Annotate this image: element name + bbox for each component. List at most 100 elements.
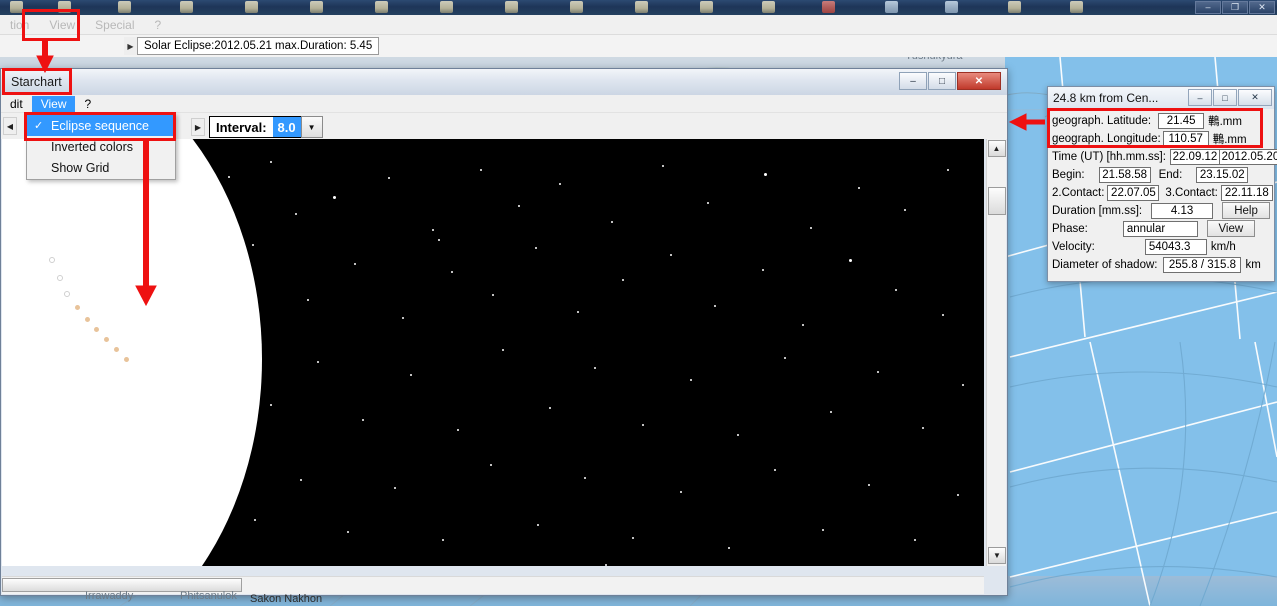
date-field[interactable]: 2012.05.20 bbox=[1219, 148, 1277, 165]
eclipse-sequence-dot bbox=[75, 305, 80, 310]
minimize-icon[interactable]: – bbox=[899, 72, 927, 90]
star bbox=[72, 249, 75, 252]
horizontal-scrollbar[interactable] bbox=[2, 576, 984, 594]
latitude-field[interactable]: 21.45 bbox=[1158, 112, 1205, 129]
contact3-field[interactable]: 22.11.18 bbox=[1220, 184, 1273, 201]
star bbox=[228, 176, 230, 178]
close-icon[interactable]: ✕ bbox=[1238, 89, 1272, 106]
star bbox=[577, 311, 579, 313]
star bbox=[849, 259, 852, 262]
menu-item-help[interactable]: ? bbox=[75, 96, 100, 112]
eclipse-sequence-dot bbox=[114, 347, 119, 352]
menu-item-station[interactable]: tion bbox=[0, 18, 39, 32]
star bbox=[88, 399, 91, 402]
minimize-icon[interactable]: – bbox=[1188, 89, 1212, 106]
scroll-up-icon[interactable]: ▲ bbox=[987, 140, 1006, 157]
eclipse-status-text: Solar Eclipse:2012.05.21 max.Duration: 5… bbox=[137, 37, 380, 55]
eclipse-sequence-dot bbox=[124, 357, 129, 362]
star bbox=[442, 539, 444, 541]
star bbox=[962, 384, 964, 386]
star bbox=[333, 196, 336, 199]
scrollbar-thumb[interactable] bbox=[988, 187, 1006, 215]
desktop-titlebar: – ❐ ✕ bbox=[0, 0, 1277, 15]
menu-item-help[interactable]: ? bbox=[145, 18, 172, 32]
desktop-window-controls[interactable]: – ❐ ✕ bbox=[1195, 1, 1275, 14]
star bbox=[957, 494, 959, 496]
close-icon[interactable]: ✕ bbox=[957, 72, 1001, 90]
expand-arrow-icon[interactable]: ▶ bbox=[124, 37, 137, 55]
star bbox=[518, 205, 520, 207]
contact2-field[interactable]: 22.07.05 bbox=[1107, 184, 1160, 201]
vertical-scrollbar[interactable]: ▲ ▼ bbox=[986, 139, 1006, 566]
screen: – ❐ ✕ tion View Special ? ▶ Solar Eclips… bbox=[0, 0, 1277, 606]
star bbox=[394, 487, 396, 489]
scroll-left-icon[interactable]: ◀ bbox=[3, 117, 17, 135]
chevron-down-icon[interactable]: ▼ bbox=[300, 116, 323, 138]
help-button[interactable]: Help bbox=[1222, 202, 1270, 219]
menu-item-view[interactable]: View bbox=[31, 95, 76, 112]
star bbox=[207, 469, 209, 471]
time-field[interactable]: 22.09.12 bbox=[1169, 148, 1220, 165]
begin-field[interactable]: 21.58.58 bbox=[1098, 166, 1151, 183]
star bbox=[584, 477, 586, 479]
latitude-unit: 鷨.mm bbox=[1208, 115, 1242, 128]
eclipse-sequence-dot bbox=[85, 317, 90, 322]
close-icon[interactable]: ✕ bbox=[1249, 1, 1275, 14]
star bbox=[690, 379, 692, 381]
eclipse-panel-titlebar[interactable]: 24.8 km from Cen... – □ ✕ bbox=[1048, 87, 1274, 109]
eclipse-panel-controls[interactable]: – □ ✕ bbox=[1188, 89, 1272, 106]
maximize-icon[interactable]: □ bbox=[1213, 89, 1237, 106]
star bbox=[594, 367, 596, 369]
latitude-row: geograph. Latitude: 21.45 鷨.mm bbox=[1052, 112, 1270, 129]
view-button[interactable]: View bbox=[1206, 220, 1255, 237]
starchart-window-controls[interactable]: – □ ✕ bbox=[899, 72, 1001, 90]
star bbox=[774, 469, 776, 471]
star bbox=[764, 173, 767, 176]
star bbox=[537, 524, 539, 526]
velocity-field[interactable]: 54043.3 bbox=[1144, 238, 1207, 255]
duration-label: Duration [mm.ss]: bbox=[1052, 204, 1143, 217]
shadow-field[interactable]: 255.8 / 315.8 bbox=[1163, 256, 1242, 273]
star bbox=[224, 344, 226, 346]
maximize-icon[interactable]: ❐ bbox=[1222, 1, 1248, 14]
view-dropdown-menu[interactable]: ✓ Eclipse sequence Inverted colors Show … bbox=[26, 113, 176, 180]
menu-item-show-grid[interactable]: Show Grid bbox=[27, 157, 175, 178]
shadow-unit: km bbox=[1245, 258, 1261, 271]
duration-field[interactable]: 4.13 bbox=[1151, 202, 1214, 219]
star bbox=[388, 177, 390, 179]
interval-input[interactable]: 8.0 bbox=[272, 116, 301, 138]
eclipse-sequence-dot bbox=[104, 337, 109, 342]
expand-arrow-icon[interactable]: ▶ bbox=[191, 118, 205, 136]
star bbox=[662, 165, 664, 167]
star bbox=[947, 169, 949, 171]
star bbox=[78, 251, 81, 254]
phase-field[interactable]: annular bbox=[1122, 220, 1198, 237]
menu-item-eclipse-sequence[interactable]: ✓ Eclipse sequence bbox=[27, 115, 175, 136]
velocity-row: Velocity: 54043.3 km/h bbox=[1052, 238, 1270, 255]
end-field[interactable]: 23.15.02 bbox=[1196, 166, 1249, 183]
star bbox=[432, 229, 434, 231]
starchart-canvas[interactable] bbox=[2, 139, 984, 566]
star bbox=[707, 202, 709, 204]
interval-label: Interval: bbox=[209, 116, 273, 138]
menu-item-edit[interactable]: dit bbox=[1, 96, 32, 112]
star bbox=[868, 484, 870, 486]
longitude-field[interactable]: 110.57 bbox=[1162, 130, 1209, 147]
interval-control[interactable]: ▶ Interval: 8.0 ▼ bbox=[191, 116, 323, 138]
star bbox=[737, 434, 739, 436]
maximize-icon[interactable]: □ bbox=[928, 72, 956, 90]
menu-item-view[interactable]: View bbox=[39, 18, 85, 32]
minimize-icon[interactable]: – bbox=[1195, 1, 1221, 14]
menu-item-special[interactable]: Special bbox=[85, 18, 144, 32]
star bbox=[559, 183, 561, 185]
scroll-down-icon[interactable]: ▼ bbox=[988, 547, 1006, 564]
star bbox=[317, 361, 319, 363]
menu-item-inverted-colors[interactable]: Inverted colors bbox=[27, 136, 175, 157]
begin-end-row: Begin: 21.58.58 End: 23.15.02 bbox=[1052, 166, 1270, 183]
star bbox=[728, 547, 730, 549]
star bbox=[802, 324, 804, 326]
star bbox=[762, 269, 764, 271]
starchart-titlebar[interactable]: Starchart – □ ✕ bbox=[1, 69, 1007, 95]
end-label: End: bbox=[1158, 168, 1183, 181]
eclipse-info-panel[interactable]: 24.8 km from Cen... – □ ✕ geograph. Lati… bbox=[1047, 86, 1277, 282]
